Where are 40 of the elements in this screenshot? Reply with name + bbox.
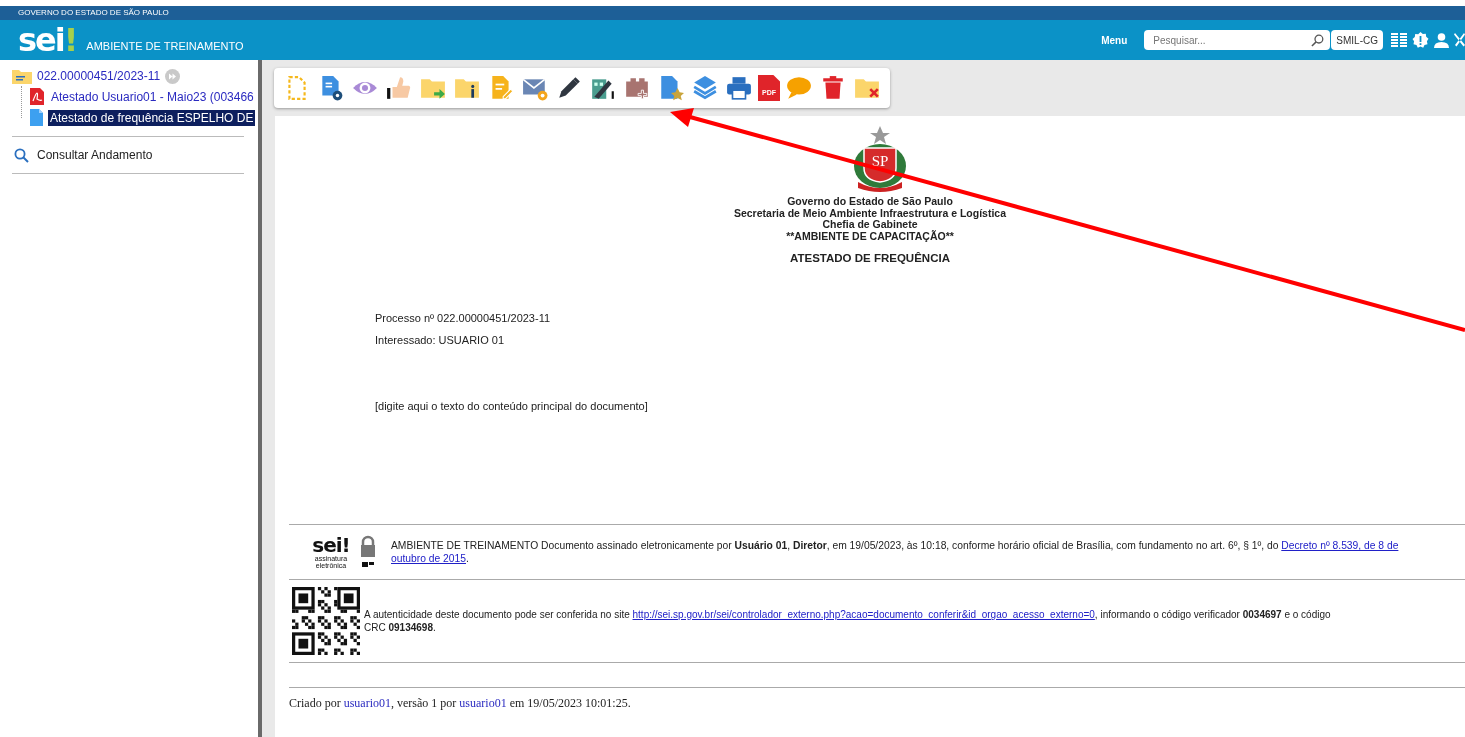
link[interactable]: outubro de 2015 — [391, 553, 466, 564]
verification-text: A autenticidade deste documento pode ser conferida no site http://sei.sp.gov.br/sei/controlador_externo.php?acao=documento_conferir&id_orgao_acesso_externo=0, informando o código verificador 0034697 e o código CRC 09134698. — [364, 608, 1331, 634]
document-link[interactable]: Atestado Usuario01 - Maio23 (003466 — [49, 88, 256, 105]
search-field[interactable]: Pesquisar... — [1144, 30, 1331, 50]
pdf-file-icon — [30, 88, 44, 105]
creation-note: Criado por usuario01, versão 1 por usuario01 em 19/05/2023 10:01:25. — [289, 697, 632, 710]
sidebar-link[interactable]: Consultar Andamento — [0, 145, 258, 165]
qr-code — [292, 587, 360, 655]
link[interactable]: http://sei.sp.gov.br/sei/controlador_externo.php?acao=documento_conferir&id_orgao_acesso_externo=0 — [632, 609, 1095, 620]
sei-logo: sei! — [312, 535, 350, 555]
signature-text: AMBIENTE DE TREINAMENTO Documento assinado eletronicamente por Usuário 01, Diretor, em 19/05/2023, às 10:18, conforme horário oficial de Brasília, com fundamento no art. 6º, § 1º, do Decreto nº 8.539, de 8 de outubro de 2015. — [391, 539, 1399, 565]
alert-icon[interactable] — [1412, 31, 1429, 49]
government-title: GOVERNO DO ESTADO DE SÃO PAULO — [18, 7, 169, 19]
heading-line: **AMBIENTE DE CAPACITAÇÃO** — [785, 230, 955, 242]
list-icon[interactable] — [1391, 32, 1407, 48]
speech-bubble-icon[interactable] — [784, 75, 814, 101]
document-icon — [30, 109, 43, 126]
document-body: [digite aqui o texto do conteúdo principal do documento] — [375, 400, 649, 412]
link[interactable]: usuario01 — [343, 696, 391, 710]
document-link[interactable]: Atestado de frequência ESPELHO DE — [48, 109, 256, 126]
document-title: ATESTADO DE FREQUÊNCIA — [789, 252, 951, 264]
folder-icon — [12, 68, 32, 84]
sei-logo: sei! — [18, 23, 77, 57]
padlock-icon — [359, 535, 377, 569]
heading-line: Chefia de Gabinete — [821, 219, 919, 230]
environment-label: AMBIENTE DE TREINAMENTO — [86, 40, 244, 52]
user-icon[interactable] — [1434, 32, 1449, 48]
process-number[interactable]: 022.00000451/2023-11 — [37, 69, 161, 83]
menu-link[interactable]: Menu — [1101, 34, 1128, 46]
unit-button[interactable]: SMIL-CG — [1331, 30, 1383, 50]
printer-icon[interactable] — [724, 75, 754, 101]
document-field: Interessado: USUARIO 01 — [375, 334, 1465, 346]
link[interactable]: usuario01 — [459, 696, 507, 710]
emblem-drawing: SP — [852, 126, 908, 192]
tools-icon[interactable] — [1454, 32, 1465, 48]
search-icon — [14, 147, 29, 163]
heading-line: Secretaria de Meio Ambiente Infraestrutura e Logística — [732, 207, 1008, 219]
document-field: Processo nº 022.00000451/2023-11 — [375, 312, 1465, 324]
link[interactable]: Decreto nº 8.539, de 8 de — [1281, 540, 1399, 551]
heading-line: Governo do Estado de São Paulo — [786, 196, 954, 208]
